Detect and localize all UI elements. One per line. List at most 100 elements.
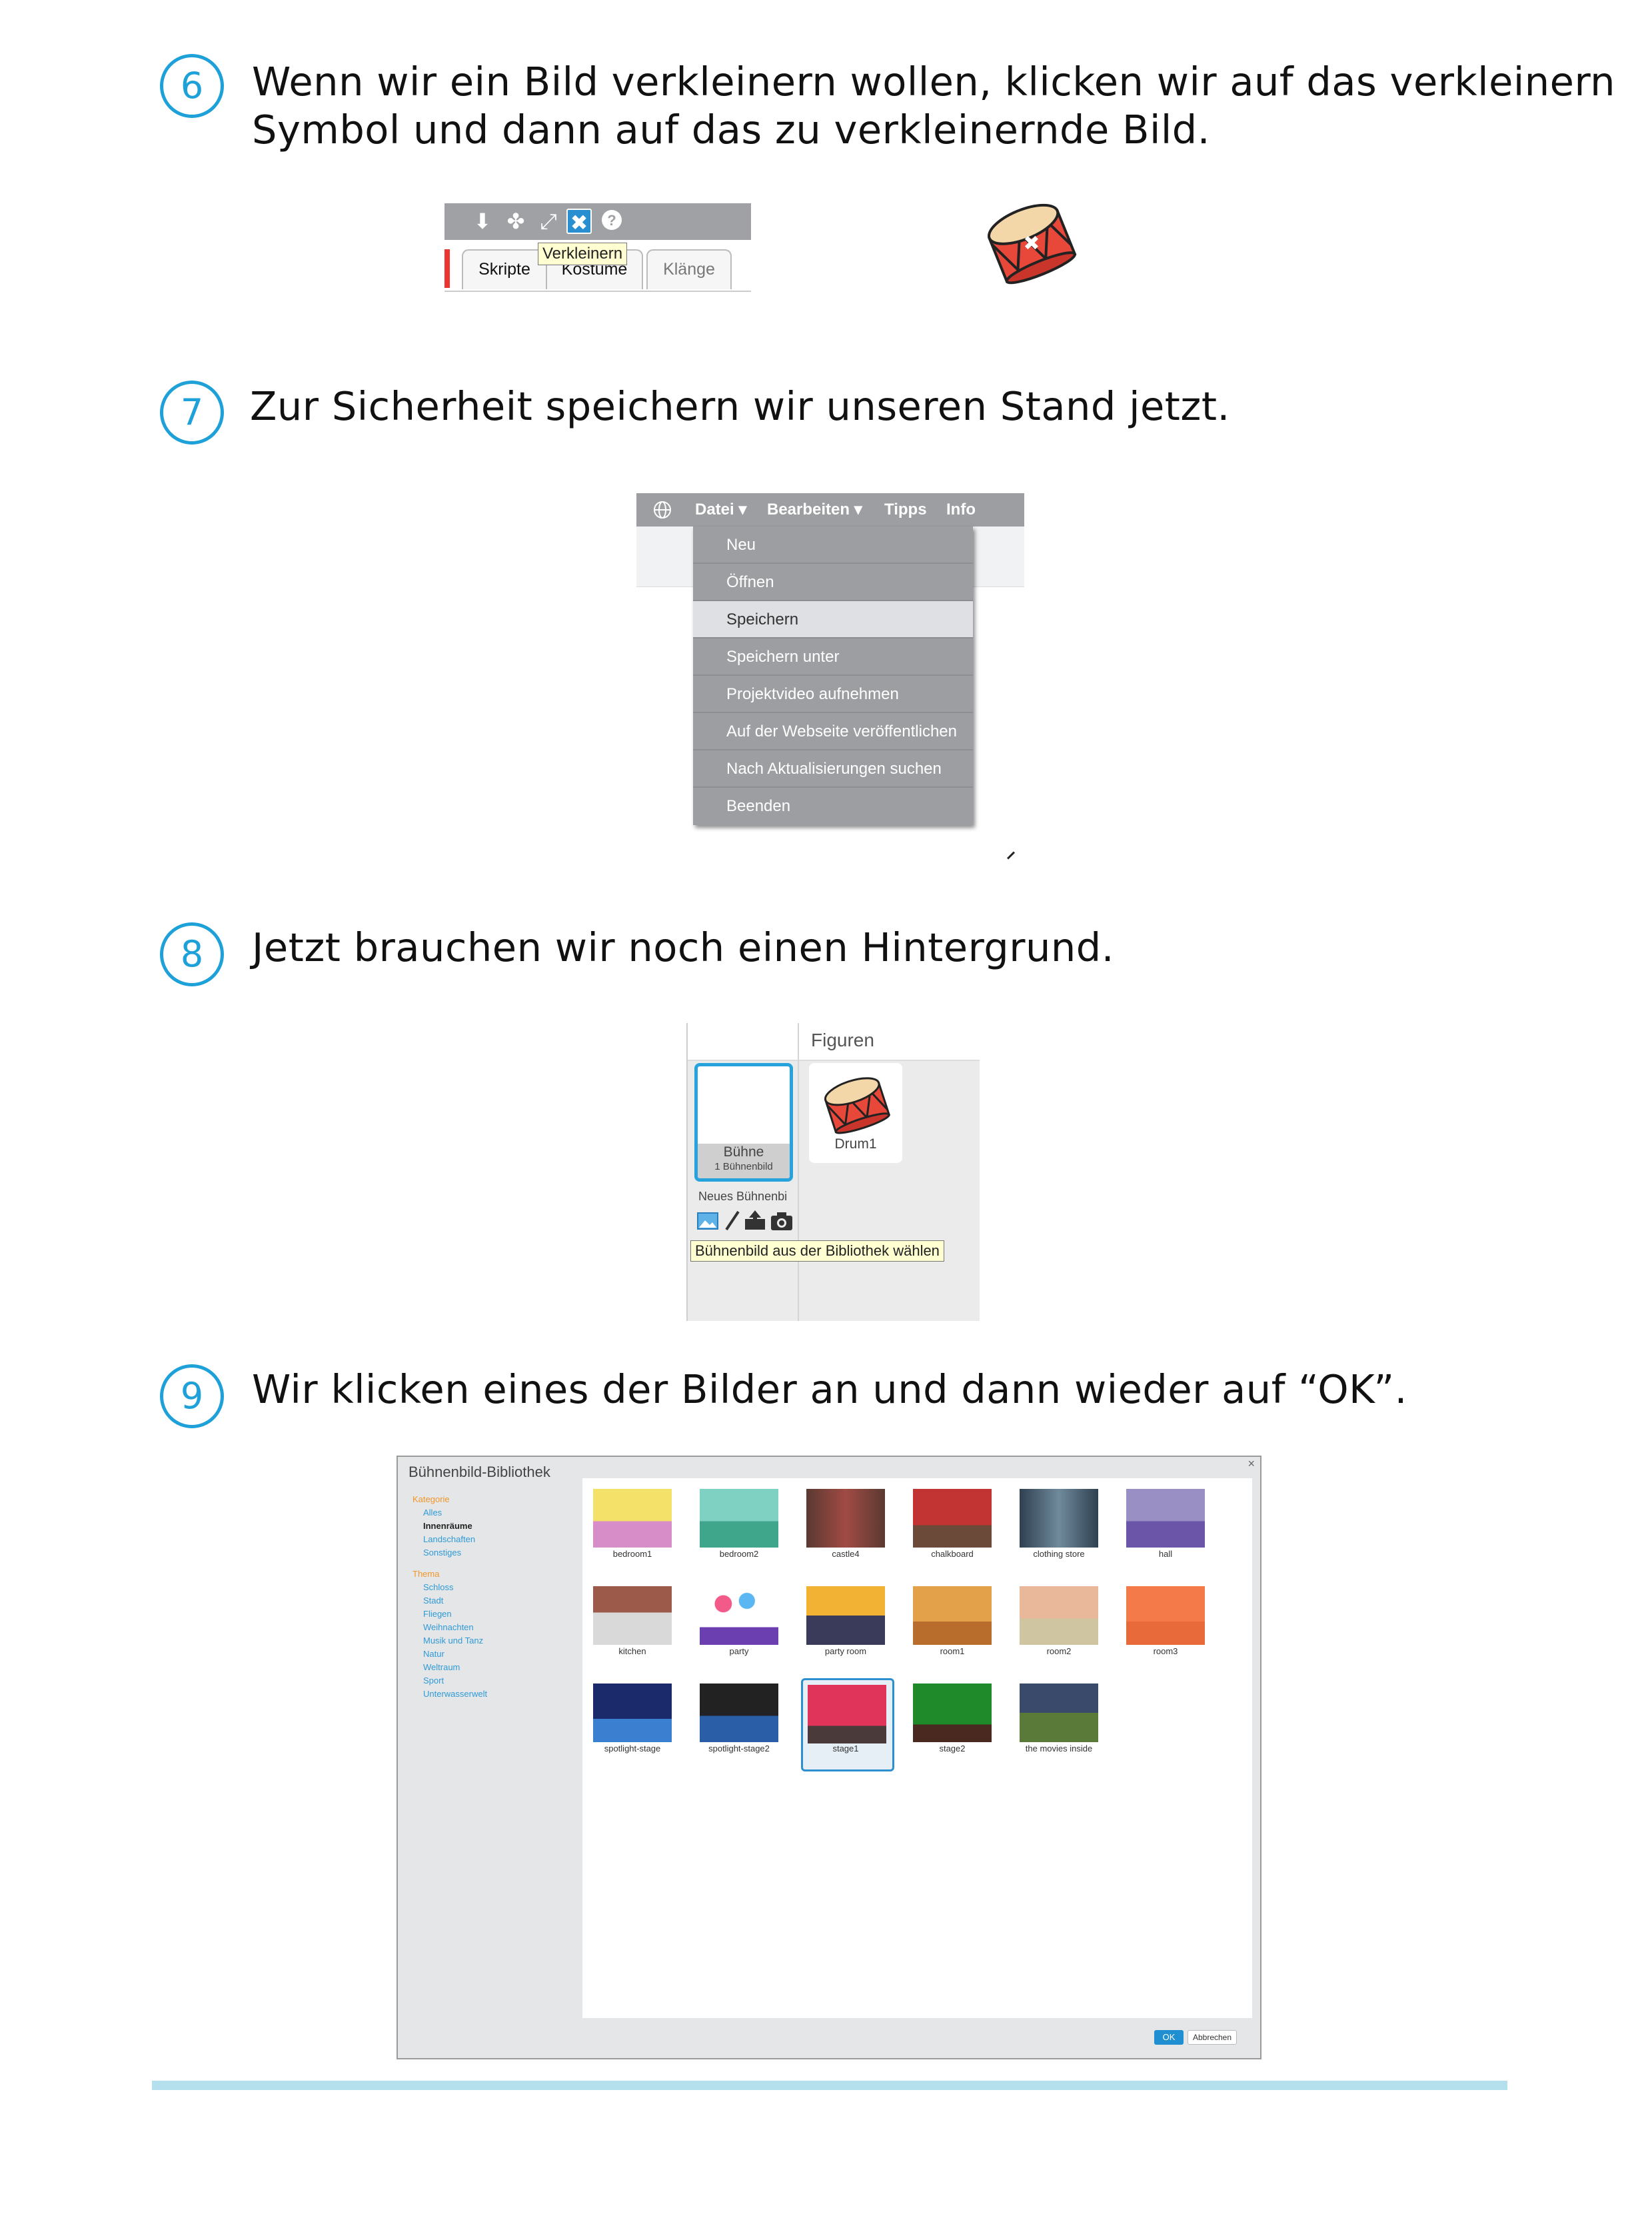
- theme-sports[interactable]: Sport: [423, 1674, 444, 1687]
- stage-thumbnail[interactable]: Bühne 1 Bühnenbild: [694, 1063, 793, 1182]
- sprite-panel-header: Figuren: [688, 1023, 980, 1061]
- svg-text:?: ?: [607, 212, 616, 229]
- backdrop-stage1[interactable]: [801, 1678, 894, 1771]
- backdrop-kitchen[interactable]: [590, 1584, 674, 1646]
- category-other[interactable]: Sonstiges: [423, 1546, 461, 1560]
- menu-tips[interactable]: Tipps: [884, 493, 927, 527]
- stamp-icon[interactable]: ⬇: [470, 209, 495, 234]
- shrink-icon[interactable]: ✖: [566, 209, 592, 235]
- theme-space[interactable]: Weltraum: [423, 1661, 460, 1674]
- tab-sounds[interactable]: Klänge: [646, 249, 732, 289]
- stray-mark: [1006, 851, 1016, 860]
- menu-item-quit[interactable]: Beenden: [693, 788, 973, 825]
- paint-brush-icon[interactable]: [724, 1210, 741, 1231]
- backdrop-clothing-store[interactable]: [1017, 1486, 1101, 1549]
- backdrop-room3-image: [1126, 1586, 1205, 1645]
- step-number-7: 7: [160, 381, 224, 445]
- sprite-thumbnail-drum1[interactable]: Drum1: [809, 1063, 902, 1163]
- cut-icon[interactable]: ✤: [503, 209, 528, 234]
- help-icon[interactable]: ?: [599, 209, 624, 234]
- menu-bar: Datei ▾ Bearbeiten ▾ Tipps Info: [636, 493, 1024, 527]
- stage-label: Bühne 1 Bühnenbild: [698, 1144, 790, 1178]
- backdrop-party-room[interactable]: [804, 1584, 888, 1646]
- step-7-text: Zur Sicherheit speichern wir unseren Sta…: [250, 383, 1230, 429]
- backdrop-castle4[interactable]: [804, 1486, 888, 1549]
- backdrop-bedroom2[interactable]: [697, 1486, 781, 1549]
- file-dropdown: Neu Öffnen Speichern Speichern unter Pro…: [693, 527, 973, 825]
- upload-icon[interactable]: [744, 1210, 766, 1231]
- backdrop-spotlight-stage2-image: [700, 1683, 778, 1742]
- close-icon[interactable]: ×: [1247, 1457, 1255, 1471]
- backdrop-bedroom1-image: [593, 1489, 672, 1548]
- step-number-9: 9: [160, 1364, 224, 1428]
- backdrop-hall-image: [1126, 1489, 1205, 1548]
- backdrop-spotlight-stage2[interactable]: [697, 1681, 781, 1743]
- cancel-button[interactable]: Abbrechen: [1188, 2030, 1237, 2045]
- sprites-heading: Figuren: [811, 1030, 874, 1050]
- category-indoors[interactable]: Innenräume: [423, 1520, 472, 1533]
- backdrop-label: kitchen: [618, 1646, 646, 1656]
- backdrop-spotlight-stage-image: [593, 1683, 672, 1742]
- theme-music-dance[interactable]: Musik und Tanz: [423, 1634, 483, 1648]
- menu-item-publish[interactable]: Auf der Webseite veröffentlichen: [693, 713, 973, 750]
- menu-item-new[interactable]: Neu: [693, 527, 973, 564]
- library-title: Bühnenbild-Bibliothek: [409, 1464, 550, 1480]
- backdrop-bedroom2-image: [700, 1489, 778, 1548]
- backdrop-library-tooltip: Bühnenbild aus der Bibliothek wählen: [690, 1240, 944, 1262]
- theme-nature[interactable]: Natur: [423, 1648, 444, 1661]
- backdrop-the-movies-inside[interactable]: [1017, 1681, 1101, 1743]
- backdrop-kitchen-image: [593, 1586, 672, 1645]
- backdrop-room2-image: [1020, 1586, 1098, 1645]
- globe-icon[interactable]: [652, 500, 672, 520]
- drum-icon: [824, 1077, 891, 1134]
- tab-scripts[interactable]: Skripte: [462, 249, 547, 289]
- new-backdrop-label: Neues Bühnenbi: [698, 1190, 788, 1203]
- grow-icon[interactable]: ⤢: [536, 209, 561, 234]
- backdrop-hall[interactable]: [1124, 1486, 1208, 1549]
- stage-name: Bühne: [723, 1144, 764, 1160]
- backdrop-label: party: [729, 1646, 749, 1656]
- menu-edit[interactable]: Bearbeiten ▾: [767, 493, 862, 527]
- backdrop-label: castle4: [832, 1549, 860, 1559]
- backdrop-room1-image: [913, 1586, 992, 1645]
- theme-flying[interactable]: Fliegen: [423, 1608, 452, 1621]
- help-icon-graphic: ?: [602, 210, 622, 230]
- backdrop-room3[interactable]: [1124, 1584, 1208, 1646]
- theme-holiday[interactable]: Weihnachten: [423, 1621, 474, 1634]
- library-image-icon[interactable]: [697, 1211, 720, 1231]
- theme-city[interactable]: Stadt: [423, 1594, 443, 1608]
- backdrop-castle4-image: [806, 1489, 885, 1548]
- backdrop-library-dialog: Bühnenbild-Bibliothek × Kategorie Alles …: [397, 1456, 1261, 2059]
- backdrop-label: bedroom2: [719, 1549, 759, 1559]
- category-all[interactable]: Alles: [423, 1506, 442, 1520]
- backdrop-room1[interactable]: [910, 1584, 994, 1646]
- backdrop-label: clothing store: [1033, 1549, 1085, 1559]
- menu-item-save-as[interactable]: Speichern unter: [693, 638, 973, 676]
- backdrop-label: stage2: [939, 1743, 966, 1753]
- menu-item-record-video[interactable]: Projektvideo aufnehmen: [693, 676, 973, 713]
- menu-item-check-updates[interactable]: Nach Aktualisierungen suchen: [693, 750, 973, 788]
- backdrop-bedroom1[interactable]: [590, 1486, 674, 1549]
- menu-item-save[interactable]: Speichern: [693, 601, 973, 638]
- camera-icon[interactable]: [770, 1211, 793, 1231]
- theme-castle[interactable]: Schloss: [423, 1581, 454, 1594]
- backdrop-chalkboard[interactable]: [910, 1486, 994, 1549]
- backdrop-label: spotlight-stage2: [708, 1743, 770, 1753]
- backdrop-stage2[interactable]: [910, 1681, 994, 1743]
- menu-info[interactable]: Info: [946, 493, 976, 527]
- category-outdoors[interactable]: Landschaften: [423, 1533, 475, 1546]
- backdrop-grid: bedroom1 bedroom2 castle4 chalkboard clo…: [582, 1478, 1252, 2018]
- step-number-8: 8: [160, 922, 224, 986]
- ok-button[interactable]: OK: [1154, 2030, 1184, 2045]
- theme-underwater[interactable]: Unterwasserwelt: [423, 1687, 487, 1701]
- step-9-text: Wir klicken eines der Bilder an und dann…: [252, 1366, 1407, 1412]
- menu-item-open[interactable]: Öffnen: [693, 564, 973, 601]
- tab-edge-marker: [444, 249, 450, 288]
- backdrop-room2[interactable]: [1017, 1584, 1101, 1646]
- backdrop-chalkboard-image: [913, 1489, 992, 1548]
- backdrop-clothing-store-image: [1020, 1489, 1098, 1548]
- backdrop-spotlight-stage[interactable]: [590, 1681, 674, 1743]
- drum-sprite[interactable]: ✖: [973, 190, 1086, 290]
- backdrop-party[interactable]: [697, 1584, 781, 1646]
- menu-file[interactable]: Datei ▾: [695, 493, 746, 527]
